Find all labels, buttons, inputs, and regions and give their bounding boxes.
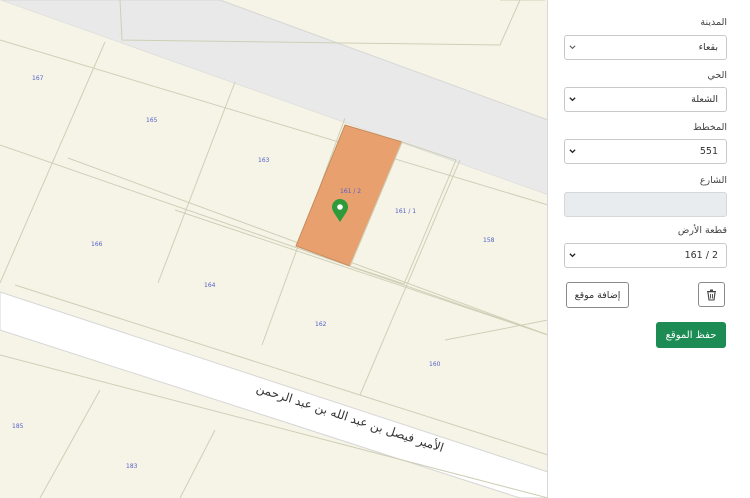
plan-value: 551 (699, 146, 718, 157)
plot-label: 165 (146, 117, 158, 124)
plot-label: 158 (483, 237, 495, 244)
district-value: الشعلة (691, 94, 718, 105)
plot-label: 162 (315, 321, 327, 328)
parcel-select[interactable]: 161 / 2 (564, 243, 727, 268)
plan-select[interactable]: 551 (564, 139, 727, 164)
parcel-value: 161 / 2 (684, 250, 718, 261)
plot-label: 160 (429, 361, 441, 368)
plot-label: 166 (91, 241, 103, 248)
city-label: المدينة (700, 17, 727, 28)
district-select[interactable]: الشعلة (564, 87, 727, 112)
trash-icon (707, 289, 716, 301)
plot-label: 167 (32, 75, 44, 82)
plot-label: 185 (12, 423, 24, 430)
city-select[interactable]: بقعاء (564, 35, 727, 60)
street-label: الشارع (699, 175, 727, 186)
parcel-label: قطعة الأرض (677, 225, 727, 236)
chevron-down-icon (569, 253, 576, 258)
district-label: الحي (707, 70, 727, 81)
city-value: بقعاء (698, 42, 718, 53)
add-location-button[interactable]: إضافة موقع (566, 282, 629, 308)
plot-label: 164 (204, 282, 216, 289)
plan-label: المخطط (693, 122, 727, 133)
plot-label: 161 / 2 (340, 188, 361, 195)
chevron-down-icon (569, 149, 576, 154)
save-location-button[interactable]: حفظ الموقع (656, 322, 726, 348)
plot-label: 183 (126, 463, 138, 470)
delete-button[interactable] (698, 282, 725, 307)
chevron-down-icon (569, 45, 576, 50)
street-select (564, 192, 727, 217)
chevron-down-icon (569, 97, 576, 102)
plot-label: 163 (258, 157, 270, 164)
plot-label: 161 / 1 (395, 208, 416, 215)
